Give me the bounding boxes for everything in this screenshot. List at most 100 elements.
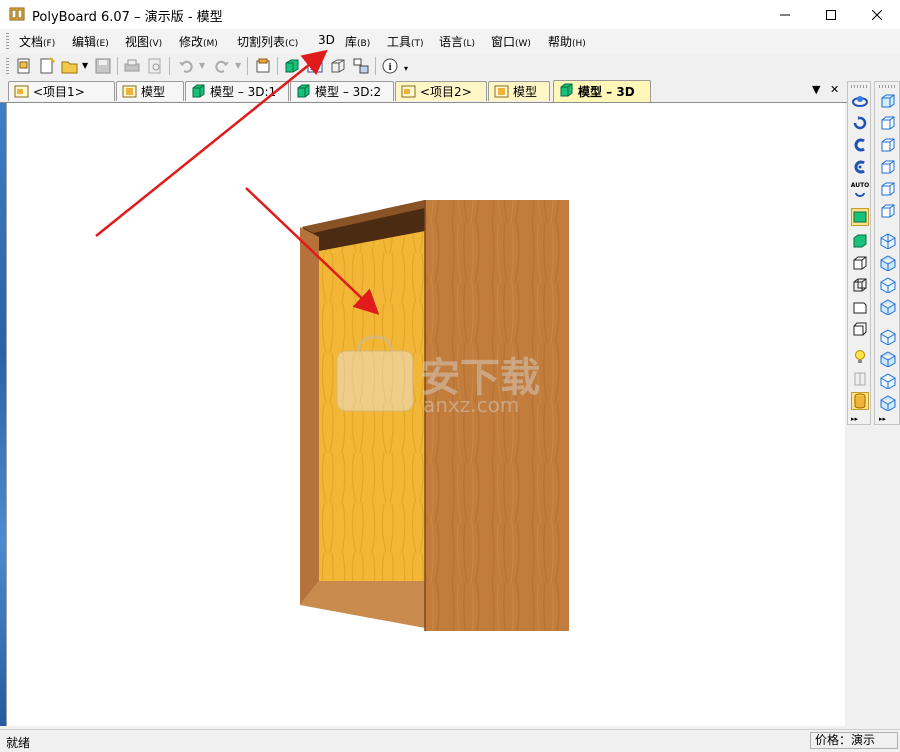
tab-model-3d-active[interactable]: 模型 – 3D — [553, 80, 651, 102]
side-toolbar-grip[interactable] — [879, 85, 895, 88]
view-left-icon[interactable] — [879, 136, 897, 154]
tab-model-1[interactable]: 模型 — [116, 81, 184, 101]
toolbar-separator — [375, 57, 376, 75]
status-bar: 就绪 价格：演示 — [0, 729, 900, 752]
print-icon[interactable] — [123, 57, 141, 75]
title-bar: PolyBoard 6.07 – 演示版 - 模型 — [0, 0, 900, 29]
window-title: PolyBoard 6.07 – 演示版 - 模型 — [32, 10, 223, 25]
side-toolbar-scroll-icon[interactable]: ▸▸ — [879, 415, 886, 423]
toolbar-grip[interactable] — [6, 58, 9, 74]
minimize-button[interactable] — [762, 0, 808, 29]
light-icon[interactable] — [851, 348, 869, 366]
view-right-icon[interactable] — [879, 158, 897, 176]
viewport-right-border — [842, 103, 845, 726]
toolbar-overflow-icon[interactable]: ▾ — [404, 64, 408, 73]
menu-file[interactable]: 文档(F) — [19, 33, 55, 50]
maximize-button[interactable] — [808, 0, 854, 29]
menu-3d[interactable]: 3D — [318, 33, 335, 47]
toolbar-separator — [277, 57, 278, 75]
menu-view[interactable]: 视图(V) — [125, 33, 162, 50]
iso-2-icon[interactable] — [879, 254, 897, 272]
iso-5-icon[interactable] — [879, 328, 897, 346]
menu-edit[interactable]: 编辑(E) — [72, 33, 109, 50]
model-icon — [494, 85, 509, 98]
tab-model-3d-1[interactable]: 模型 – 3D:1 — [185, 81, 289, 101]
open-folder-icon[interactable] — [61, 57, 79, 75]
model-icon — [122, 85, 137, 98]
rotate-icon[interactable] — [851, 114, 869, 132]
tab-project-2[interactable]: <项目2> — [395, 81, 487, 101]
cube-icon — [192, 84, 205, 98]
parts-icon[interactable] — [352, 57, 370, 75]
tab-list-dropdown-button[interactable]: ▼ — [812, 83, 820, 96]
menu-modify[interactable]: 修改(M) — [179, 33, 218, 50]
redo-dropdown-icon[interactable]: ▼ — [235, 61, 241, 70]
rotate-left-icon[interactable] — [851, 136, 869, 154]
view-3d-icon[interactable] — [283, 57, 301, 75]
wire-box-icon[interactable] — [851, 276, 869, 294]
redo-icon[interactable] — [213, 57, 231, 75]
texture-icon[interactable] — [851, 392, 869, 410]
side-toolbar-scroll-icon[interactable]: ▸▸ — [851, 415, 858, 423]
document-tab-bar: <项目1> 模型 模型 – 3D:1 模型 – 3D:2 <项目2> 模型 模型… — [0, 79, 848, 103]
iso-1-icon[interactable] — [879, 232, 897, 250]
svg-text:i: i — [388, 63, 392, 73]
svg-text:2D: 2D — [310, 64, 320, 72]
cabinet-left-edge — [300, 227, 319, 605]
tab-close-button[interactable]: ✕ — [830, 83, 839, 96]
new-project-icon[interactable] — [15, 57, 33, 75]
cube-icon — [297, 84, 310, 98]
view-angle-toolbar: ▸▸ — [874, 81, 900, 425]
menu-help[interactable]: 帮助(H) — [548, 33, 586, 50]
view-back-icon[interactable] — [879, 114, 897, 132]
undo-icon[interactable] — [177, 57, 195, 75]
iso-6-icon[interactable] — [879, 350, 897, 368]
view-bottom-icon[interactable] — [879, 202, 897, 220]
main-toolbar: ▼ ▼ ▼ 2D i ▾ — [0, 53, 900, 79]
project-icon — [14, 85, 29, 98]
menu-library[interactable]: 库(B) — [345, 33, 370, 50]
solid-green-icon[interactable] — [851, 208, 869, 226]
menu-grip[interactable] — [6, 33, 9, 49]
box-view-icon[interactable] — [851, 254, 869, 272]
viewport-3d[interactable]: 安下载 anxz.com — [6, 103, 843, 726]
print-preview-icon[interactable] — [146, 57, 164, 75]
menu-window[interactable]: 窗口(W) — [491, 33, 531, 50]
transparent-icon[interactable] — [851, 370, 869, 388]
box-outline-icon[interactable] — [851, 298, 869, 316]
iso-4-icon[interactable] — [879, 298, 897, 316]
iso-7-icon[interactable] — [879, 372, 897, 390]
rotate-right-icon[interactable] — [851, 158, 869, 176]
menu-tools[interactable]: 工具(T) — [387, 33, 424, 50]
undo-dropdown-icon[interactable]: ▼ — [199, 61, 205, 70]
maximize-icon — [826, 9, 836, 20]
open-dropdown-icon[interactable]: ▼ — [82, 61, 88, 70]
save-icon[interactable] — [94, 57, 112, 75]
cabinet-bottom-panel — [300, 581, 425, 628]
auto-rotate-button[interactable]: AUTO — [851, 180, 869, 198]
menu-cutting-list[interactable]: 切割列表(C) — [237, 33, 298, 50]
info-icon[interactable]: i — [381, 57, 399, 75]
new-model-icon[interactable] — [38, 57, 56, 75]
tab-project-1[interactable]: <项目1> — [8, 81, 115, 101]
menu-language[interactable]: 语言(L) — [439, 33, 475, 50]
solid-cube-icon[interactable] — [851, 232, 869, 250]
tab-model-3d-2[interactable]: 模型 – 3D:2 — [290, 81, 394, 101]
orbit-icon[interactable] — [851, 92, 869, 110]
watermark-en-text: anxz.com — [423, 393, 519, 417]
view-2d-icon[interactable]: 2D — [306, 57, 324, 75]
project-icon — [401, 85, 416, 98]
view-front-icon[interactable] — [879, 92, 897, 110]
iso-8-icon[interactable] — [879, 394, 897, 412]
side-toolbar-grip[interactable] — [851, 85, 867, 88]
view-top-icon[interactable] — [879, 180, 897, 198]
tab-model-2[interactable]: 模型 — [488, 81, 550, 101]
toolbar-separator — [247, 57, 248, 75]
properties-icon[interactable] — [254, 57, 272, 75]
close-button[interactable] — [854, 0, 900, 29]
view-mode-toolbar: AUTO ▸▸ — [847, 81, 871, 425]
iso-3-icon[interactable] — [879, 276, 897, 294]
auto-label: AUTO — [850, 181, 870, 189]
box-corner-icon[interactable] — [851, 320, 869, 338]
wireframe-icon[interactable] — [329, 57, 347, 75]
